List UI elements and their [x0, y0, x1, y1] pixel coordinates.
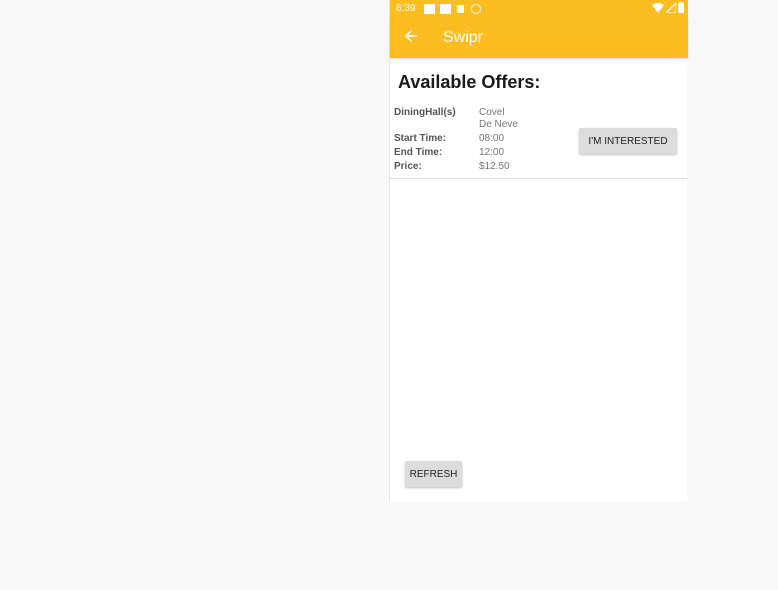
status-time: 6:39	[396, 3, 416, 14]
end-time-label: End Time:	[394, 147, 443, 158]
wifi-icon	[652, 2, 664, 13]
notification-icon	[424, 4, 435, 14]
dining-hall-value: Covel	[479, 107, 505, 118]
price-label: Price:	[394, 161, 422, 172]
interested-button[interactable]: I'M INTERESTED	[579, 128, 677, 154]
price-value: $12.50	[479, 161, 510, 172]
status-icons	[652, 2, 684, 13]
app-screen: 6:39 Swipr Available Offers: DiningHall(…	[389, 0, 688, 502]
arrow-left-icon[interactable]	[402, 27, 420, 45]
sd-card-icon	[457, 5, 464, 13]
notification-icon	[440, 4, 451, 14]
refresh-button[interactable]: REFRESH	[405, 461, 462, 487]
app-bar: Swipr	[390, 18, 688, 58]
battery-icon	[678, 2, 684, 13]
start-time-value: 08:00	[479, 133, 505, 144]
offer-card: DiningHall(s) Covel De Neve Start Time: …	[390, 102, 688, 179]
dining-halls-label: DiningHall(s)	[394, 107, 456, 118]
signal-icon	[666, 2, 676, 13]
sync-icon	[471, 4, 481, 14]
end-time-value: 12:00	[479, 147, 505, 158]
app-title: Swipr	[443, 29, 484, 46]
dining-hall-value: De Neve	[479, 119, 518, 130]
page-title: Available Offers:	[398, 72, 541, 92]
start-time-label: Start Time:	[394, 133, 447, 144]
status-bar: 6:39	[390, 0, 688, 18]
